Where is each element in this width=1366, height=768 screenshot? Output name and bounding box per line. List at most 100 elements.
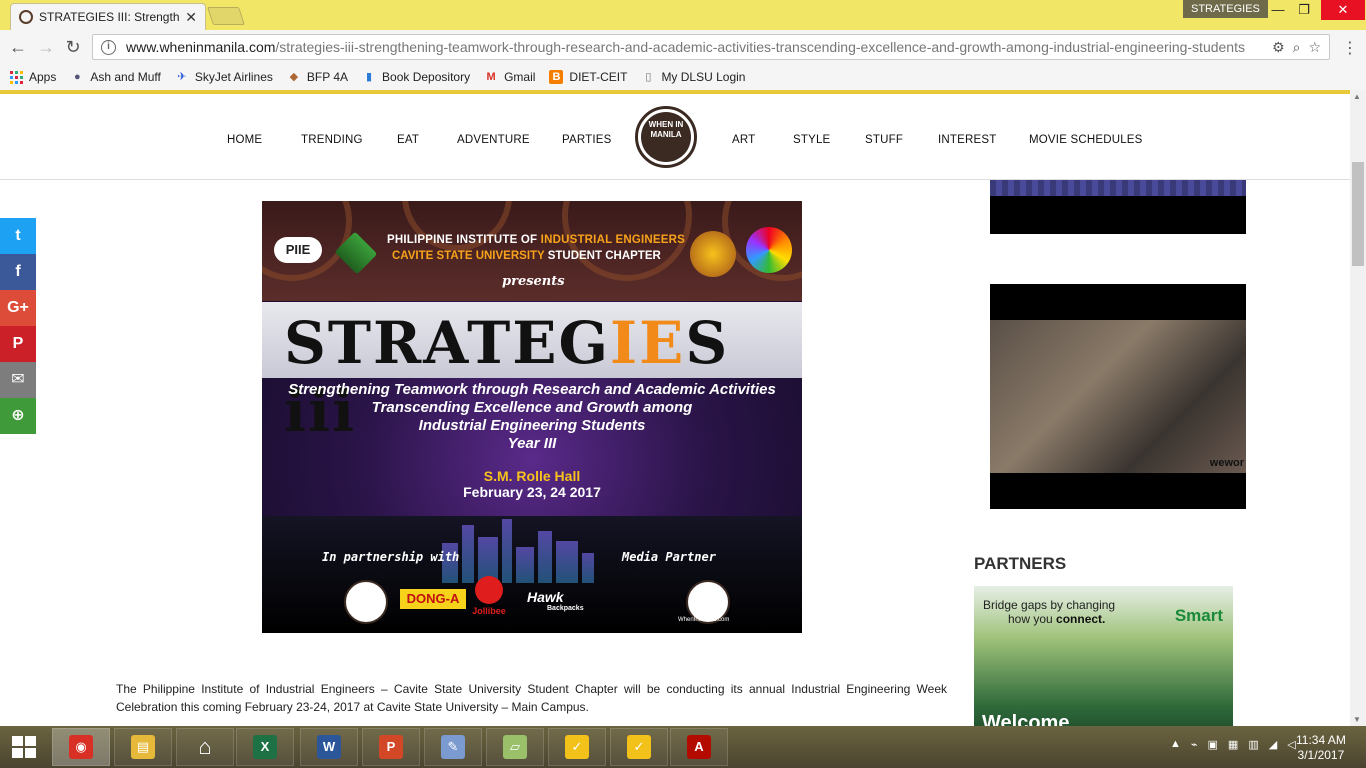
extension-icon[interactable]: ⚙ <box>1272 39 1285 56</box>
smart-logo: Smart <box>1174 606 1223 625</box>
bookmark-star-icon[interactable]: ☆ <box>1308 39 1321 56</box>
sidebar-ad-top[interactable] <box>990 180 1246 234</box>
bookmark-skyjet[interactable]: ✈ SkyJet Airlines <box>175 70 273 84</box>
back-button[interactable]: ← <box>8 37 28 57</box>
scroll-up-icon[interactable]: ▲ <box>1353 92 1361 101</box>
taskbar-chrome-button[interactable]: ◉ <box>52 728 110 766</box>
bookmark-dlsu[interactable]: ▯ My DLSU Login <box>641 70 745 84</box>
google-plus-icon: G+ <box>7 299 29 316</box>
ad-video-frame[interactable]: wewor <box>990 320 1246 473</box>
nav-parties[interactable]: PARTIES <box>562 134 612 146</box>
taskbar-file-explorer-button[interactable]: ▤ <box>114 728 172 766</box>
zoom-icon[interactable]: ⌕ <box>1293 39 1301 56</box>
bookmark-gmail[interactable]: M Gmail <box>484 70 535 84</box>
close-window-button[interactable]: ✕ <box>1321 0 1365 20</box>
more-options-icon: ⊕ <box>11 407 25 424</box>
taskbar-acrobat-button[interactable]: A <box>670 728 728 766</box>
browser-menu-icon[interactable]: ⋮ <box>1342 38 1358 58</box>
site-favicon-icon <box>19 10 33 24</box>
jollibee-mascot-icon <box>475 576 503 604</box>
plane-icon: ✈ <box>177 71 187 83</box>
scroll-down-icon[interactable]: ▼ <box>1353 715 1361 724</box>
nav-home[interactable]: HOME <box>227 134 262 146</box>
email-icon: ✉ <box>11 371 25 388</box>
taskbar-home-button[interactable]: ⌂ <box>176 728 234 766</box>
address-bar[interactable]: i www.wheninmanila.com /strategies-iii-s… <box>92 34 1330 60</box>
tray-icon-2[interactable]: ▣ <box>1208 738 1218 751</box>
norton-2-icon: ✓ <box>627 735 651 759</box>
taskbar-norton-2-button[interactable]: ✓ <box>610 728 668 766</box>
file-explorer-icon: ▤ <box>131 735 155 759</box>
bookmark-apps[interactable]: Apps <box>10 70 56 84</box>
tab-close-icon[interactable]: ✕ <box>185 9 197 26</box>
tray-icon-3[interactable]: ▦ <box>1228 738 1238 751</box>
new-tab-button[interactable] <box>207 7 245 25</box>
bookmark-label: Apps <box>29 70 57 84</box>
tray-icon-0[interactable]: ▲ <box>1170 738 1181 751</box>
nav-stuff[interactable]: STUFF <box>865 134 903 146</box>
sidebar-video-ad[interactable]: wewor <box>990 284 1246 509</box>
poster-media-label: Media Partner <box>622 550 716 564</box>
taskbar-clock[interactable]: 11:34 AM 3/1/2017 <box>1296 733 1346 763</box>
twitter-share-button[interactable]: t <box>0 218 36 254</box>
taskbar-notes-button[interactable]: ▱ <box>486 728 544 766</box>
bookmark-diet-ceit[interactable]: B DIET-CEIT <box>549 70 627 84</box>
bookmark-ash-and-muff[interactable]: ● Ash and Muff <box>70 70 161 84</box>
chrome-icon: ◉ <box>69 735 93 759</box>
taskbar-excel-button[interactable]: X <box>236 728 294 766</box>
email-share-button[interactable]: ✉ <box>0 362 36 398</box>
powerpoint-icon: P <box>379 735 403 759</box>
poster-subtitle-4: Year III <box>507 435 557 452</box>
bookmark-label: My DLSU Login <box>661 70 746 84</box>
poster-title-ie: IE <box>609 309 686 377</box>
google-plus-share-button[interactable]: G+ <box>0 290 36 326</box>
nav-style[interactable]: STYLE <box>793 134 830 146</box>
smart-partner-ad[interactable]: Bridge gaps by changing how you connect.… <box>974 586 1233 726</box>
ad-brand-label: wewor <box>1209 457 1244 469</box>
page-icon: ▯ <box>645 71 652 83</box>
bookmark-bfp[interactable]: ◆ BFP 4A <box>287 70 348 84</box>
tray-icon-6[interactable]: ◁ <box>1287 738 1295 751</box>
nav-adventure[interactable]: ADVENTURE <box>457 134 530 146</box>
taskbar-word-button[interactable]: W <box>300 728 358 766</box>
site-logo[interactable]: WHEN IN MANILA <box>635 106 697 168</box>
nav-trending[interactable]: TRENDING <box>301 134 363 146</box>
article-paragraph: The Philippine Institute of Industrial E… <box>116 682 947 714</box>
nav-movie-schedules[interactable]: MOVIE SCHEDULES <box>1029 134 1143 146</box>
bookmark-book-depository[interactable]: ▮ Book Depository <box>362 70 470 84</box>
taskbar-powerpoint-button[interactable]: P <box>362 728 420 766</box>
tray-icon-4[interactable]: ▥ <box>1248 738 1258 751</box>
tray-icon-1[interactable]: ⌁ <box>1191 738 1198 751</box>
taskbar-paint-button[interactable]: ✎ <box>424 728 482 766</box>
sponsor-hawk-label: Hawk <box>527 589 564 605</box>
taskbar-norton-button[interactable]: ✓ <box>548 728 606 766</box>
facebook-share-button[interactable]: f <box>0 254 36 290</box>
pinterest-icon: P <box>12 335 24 352</box>
nav-art[interactable]: ART <box>732 134 755 146</box>
page-scrollbar[interactable]: ▲ ▼ <box>1350 90 1366 726</box>
bookmark-label: SkyJet Airlines <box>194 70 273 84</box>
sponsor-jollibee-label: Jollibee <box>472 606 506 616</box>
pinterest-share-button[interactable]: P <box>0 326 36 362</box>
nav-eat[interactable]: EAT <box>397 134 419 146</box>
start-button[interactable] <box>12 736 38 758</box>
minimize-button[interactable]: — <box>1264 0 1292 20</box>
chapter-badge-icon <box>690 231 736 277</box>
site-info-icon[interactable]: i <box>101 39 116 55</box>
apps-grid-icon <box>10 70 23 84</box>
more-share-button[interactable]: ⊕ <box>0 398 36 434</box>
home-icon: ⌂ <box>198 734 212 759</box>
nav-interest[interactable]: INTEREST <box>938 134 996 146</box>
smart-ad-line1: Bridge gaps by changing <box>983 598 1116 612</box>
gmail-icon: M <box>486 71 496 83</box>
profile-badge[interactable]: STRATEGIES <box>1183 0 1268 18</box>
restore-button[interactable]: ❐ <box>1290 0 1318 20</box>
windows-taskbar: ◉ ▤ ⌂ X W P ✎ ▱ ✓ ✓ A ▲ ⌁ ▣ ▦ ▥ ◢ ◁ 11:34 AM 3/1/2017 <box>0 726 1366 768</box>
browser-titlebar: STRATEGIES III: Strengthe ✕ STRATEGIES —… <box>0 0 1366 30</box>
browser-tab[interactable]: STRATEGIES III: Strengthe ✕ <box>10 3 206 30</box>
scrollbar-thumb[interactable] <box>1352 162 1364 266</box>
tray-icon-5[interactable]: ◢ <box>1269 738 1277 751</box>
forward-button[interactable]: → <box>36 37 56 57</box>
reload-button[interactable]: ↻ <box>63 37 83 57</box>
bookmark-label: BFP 4A <box>306 70 349 84</box>
